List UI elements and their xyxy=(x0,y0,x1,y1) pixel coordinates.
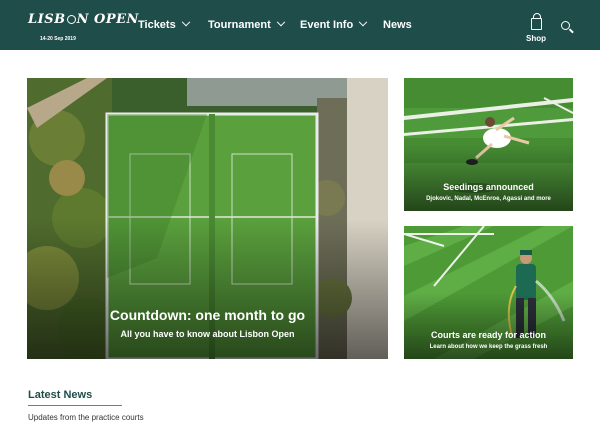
featured-story-title: Countdown: one month to go xyxy=(109,307,306,323)
nav-news[interactable]: News xyxy=(383,0,412,50)
shopping-bag-icon xyxy=(530,13,542,30)
chevron-down-icon xyxy=(276,17,285,27)
news-list-item[interactable]: Updates from the practice courts xyxy=(28,413,144,422)
featured-story-subtitle: All you have to know about Lisbon Open xyxy=(120,329,295,339)
nav-tournament-label: Tournament xyxy=(208,19,271,31)
courts-story-title: Courts are ready for action xyxy=(430,330,547,340)
nav-tournament[interactable]: Tournament xyxy=(208,0,285,50)
shop-button[interactable]: Shop xyxy=(524,13,548,43)
search-button[interactable] xyxy=(561,21,574,34)
nav-tickets[interactable]: Tickets xyxy=(138,0,190,50)
shop-label: Shop xyxy=(526,34,546,43)
event-dates: 14-20 Sep 2019 xyxy=(40,36,76,42)
nav-event-info-label: Event Info xyxy=(300,19,354,31)
courts-story-card[interactable]: Courts are ready for action Learn about … xyxy=(404,226,573,359)
logo-wordmark: LISB N OPEN xyxy=(28,12,139,27)
seedings-story-card[interactable]: Seedings announced Djokovic, Nadal, McEn… xyxy=(404,78,573,211)
featured-story-card[interactable]: Countdown: one month to go All you have … xyxy=(27,78,388,359)
courts-story-subtitle: Learn about how we keep the grass fresh xyxy=(429,344,548,350)
tennis-ball-icon xyxy=(66,15,76,24)
lisbon-open-logo[interactable]: LISB N OPEN 14-20 Sep 2019 xyxy=(28,12,138,44)
latest-news-heading: Latest News xyxy=(28,389,93,401)
latest-news-divider xyxy=(28,405,122,406)
chevron-down-icon xyxy=(358,17,368,27)
top-navigation-bar: LISB N OPEN 14-20 Sep 2019 Tickets Tourna… xyxy=(0,0,600,50)
nav-news-label: News xyxy=(383,19,412,31)
nav-tickets-label: Tickets xyxy=(138,19,176,31)
seedings-story-title: Seedings announced xyxy=(443,182,534,192)
seedings-story-subtitle: Djokovic, Nadal, McEnroe, Agassi and mor… xyxy=(426,196,551,202)
nav-event-info[interactable]: Event Info xyxy=(300,0,368,50)
chevron-down-icon xyxy=(181,17,190,27)
